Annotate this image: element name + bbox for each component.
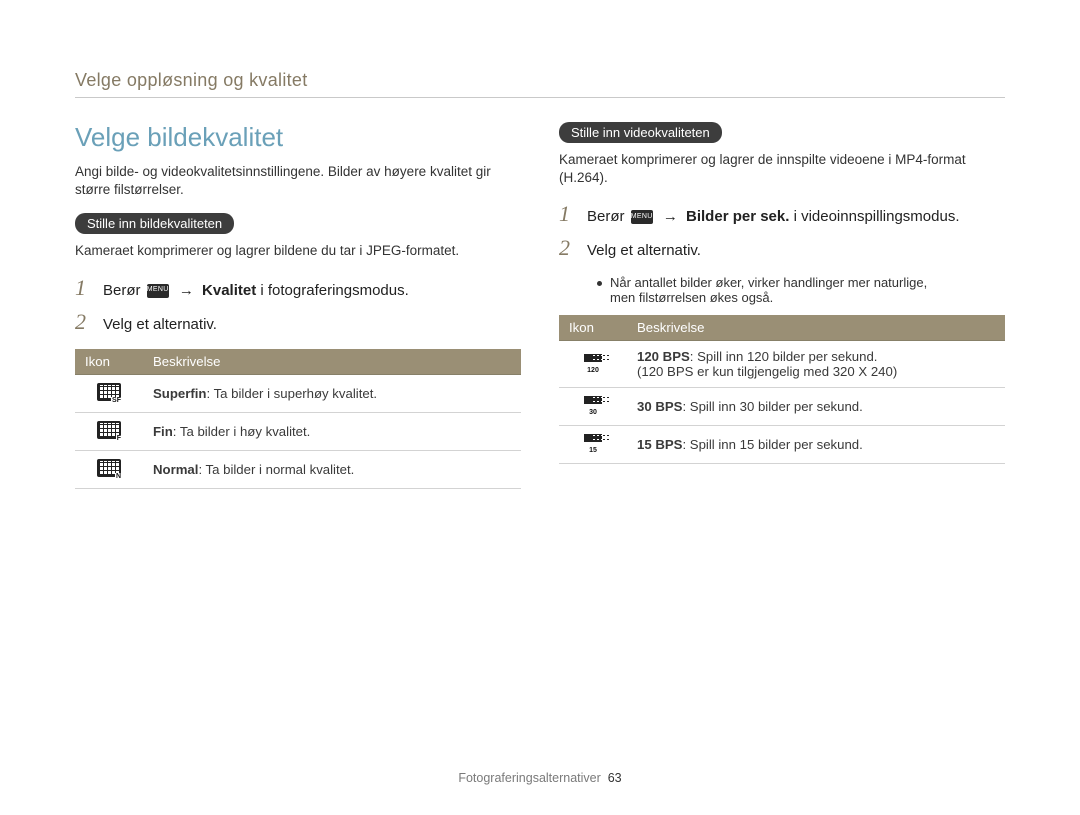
t: Superfin — [153, 386, 206, 401]
table-row: Fin: Ta bilder i høy kvalitet. — [75, 412, 521, 450]
t: i videoinnspillingsmodus. — [789, 208, 959, 225]
steps-left: 1 Berør MENU → Kvalitet i fotograferings… — [75, 275, 521, 335]
step-text: Velg et alternativ. — [587, 242, 701, 261]
step-1: 1 Berør MENU → Bilder per sek. i videoin… — [559, 201, 1005, 227]
t: i fotograferingsmodus. — [256, 282, 409, 299]
th-icon: Ikon — [75, 349, 143, 375]
th-desc: Beskrivelse — [143, 349, 521, 375]
table-row: Normal: Ta bilder i normal kvalitet. — [75, 450, 521, 488]
step-text: Berør MENU → Kvalitet i fotograferingsmo… — [103, 282, 409, 301]
table-row: Superfin: Ta bilder i superhøy kvalitet. — [75, 374, 521, 412]
film-icon: 120 — [581, 354, 605, 372]
t: 30 — [581, 409, 605, 416]
subsection-pill-image-quality: Stille inn bildekvaliteten — [75, 213, 234, 234]
right-column: Stille inn videokvaliteten Kameraet komp… — [559, 122, 1005, 489]
step-text: Velg et alternativ. — [103, 316, 217, 335]
t: Når antallet bilder øker, virker handlin… — [610, 275, 927, 290]
note-list: Når antallet bilder øker, virker handlin… — [597, 275, 1005, 305]
step-number: 1 — [75, 275, 93, 301]
left-column: Velge bildekvalitet Angi bilde- og video… — [75, 122, 521, 489]
step-text: Berør MENU → Bilder per sek. i videoinns… — [587, 208, 960, 227]
menu-icon: MENU — [147, 284, 169, 298]
table-row: 120 120 BPS: Spill inn 120 bilder per se… — [559, 341, 1005, 388]
arrow-icon: → — [663, 208, 678, 225]
t: Berør — [103, 282, 145, 299]
t: 120 — [581, 367, 605, 374]
table-row: 15 15 BPS: Spill inn 15 bilder per sekun… — [559, 426, 1005, 464]
t: Kvalitet — [202, 282, 256, 299]
t: 30 BPS — [637, 399, 682, 414]
t: Normal — [153, 462, 198, 477]
t: 120 BPS — [637, 349, 690, 364]
menu-icon: MENU — [631, 210, 653, 224]
section-title: Velge bildekvalitet — [75, 122, 521, 153]
bullet-icon — [597, 281, 602, 286]
step-2: 2 Velg et alternativ. — [559, 235, 1005, 261]
t: : Ta bilder i normal kvalitet. — [198, 462, 354, 477]
grid-icon — [97, 421, 121, 439]
intro-text: Angi bilde- og videokvalitetsinnstilling… — [75, 163, 521, 199]
film-icon: 30 — [581, 396, 605, 414]
th-icon: Ikon — [559, 315, 627, 341]
step-number: 1 — [559, 201, 577, 227]
content-columns: Velge bildekvalitet Angi bilde- og video… — [75, 122, 1005, 489]
page-header: Velge oppløsning og kvalitet — [75, 70, 1005, 98]
t: Fin — [153, 424, 173, 439]
page-footer: Fotograferingsalternativer 63 — [0, 771, 1080, 785]
grid-icon — [97, 383, 121, 401]
footer-section: Fotograferingsalternativer — [458, 771, 600, 785]
t: : Ta bilder i superhøy kvalitet. — [206, 386, 377, 401]
steps-right: 1 Berør MENU → Bilder per sek. i videoin… — [559, 201, 1005, 261]
video-quality-table: Ikon Beskrivelse 120 120 BPS: Spill inn … — [559, 315, 1005, 464]
table-row: 30 30 BPS: Spill inn 30 bilder per sekun… — [559, 388, 1005, 426]
image-quality-desc: Kameraet komprimerer og lagrer bildene d… — [75, 242, 521, 260]
subsection-pill-video-quality: Stille inn videokvaliteten — [559, 122, 722, 143]
th-desc: Beskrivelse — [627, 315, 1005, 341]
step-2: 2 Velg et alternativ. — [75, 309, 521, 335]
t: : Spill inn 15 bilder per sekund. — [682, 437, 862, 452]
t: (120 BPS er kun tilgjengelig med 320 X 2… — [637, 364, 897, 379]
t: : Spill inn 30 bilder per sekund. — [682, 399, 862, 414]
page-number: 63 — [608, 771, 622, 785]
film-icon: 15 — [581, 434, 605, 452]
t: Berør — [587, 208, 629, 225]
t: 15 — [581, 447, 605, 454]
t: Bilder per sek. — [686, 208, 789, 225]
t: men filstørrelsen økes også. — [610, 290, 927, 305]
step-number: 2 — [559, 235, 577, 261]
t: : Ta bilder i høy kvalitet. — [173, 424, 311, 439]
image-quality-table: Ikon Beskrivelse Superfin: Ta bilder i s… — [75, 349, 521, 489]
arrow-icon: → — [179, 282, 194, 299]
step-number: 2 — [75, 309, 93, 335]
list-item: Når antallet bilder øker, virker handlin… — [597, 275, 1005, 305]
step-1: 1 Berør MENU → Kvalitet i fotograferings… — [75, 275, 521, 301]
t: : Spill inn 120 bilder per sekund. — [690, 349, 878, 364]
video-quality-desc: Kameraet komprimerer og lagrer de innspi… — [559, 151, 1005, 187]
t: 15 BPS — [637, 437, 682, 452]
grid-icon — [97, 459, 121, 477]
